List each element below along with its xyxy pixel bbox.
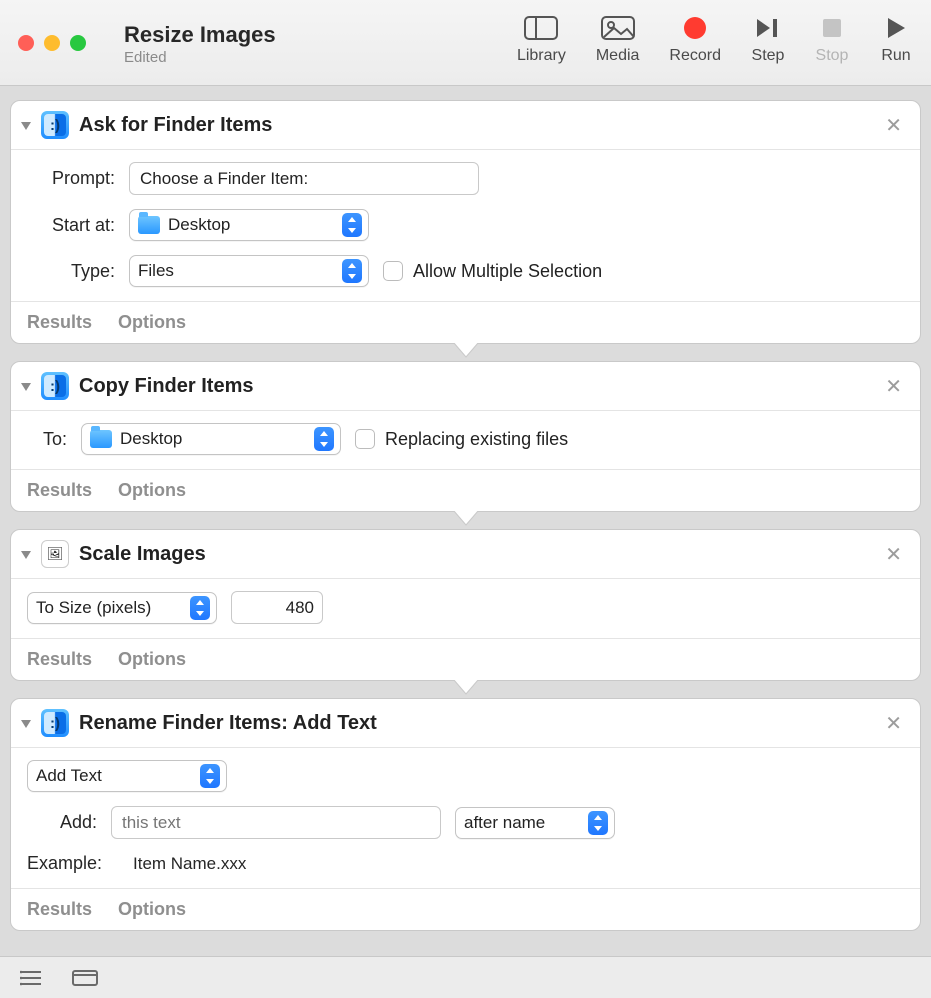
- action-title: Rename Finder Items: Add Text: [79, 712, 377, 735]
- media-label: Media: [596, 47, 640, 65]
- zoom-window-button[interactable]: [70, 35, 86, 51]
- scale-value-input[interactable]: [231, 591, 323, 624]
- record-label: Record: [669, 47, 721, 65]
- add-label: Add:: [27, 812, 97, 833]
- workflow-canvas: :) Ask for Finder Items ✕ Prompt: Start …: [0, 86, 931, 956]
- position-select[interactable]: after name: [455, 807, 615, 839]
- window-toolbar: Resize Images Edited Library Media Recor…: [0, 0, 931, 86]
- close-action-button[interactable]: ✕: [881, 711, 906, 736]
- toolbar-buttons: Library Media Record Step Stop: [517, 15, 913, 71]
- finder-icon: :): [41, 709, 69, 737]
- updown-stepper-icon: [588, 811, 608, 835]
- folder-icon: [138, 216, 160, 234]
- variables-view-button[interactable]: [72, 970, 98, 986]
- close-action-button[interactable]: ✕: [881, 113, 906, 138]
- rename-mode-value: Add Text: [36, 766, 102, 786]
- replacing-label: Replacing existing files: [385, 429, 568, 450]
- scale-mode-select[interactable]: To Size (pixels): [27, 592, 217, 624]
- traffic-lights: [18, 35, 86, 51]
- photo-icon: [601, 15, 635, 41]
- close-action-button[interactable]: ✕: [881, 542, 906, 567]
- finder-icon: :): [41, 111, 69, 139]
- replacing-checkbox[interactable]: [355, 429, 375, 449]
- stop-icon: [815, 15, 849, 41]
- updown-stepper-icon: [314, 427, 334, 451]
- action-rename-finder-items: :) Rename Finder Items: Add Text ✕ Add T…: [10, 698, 921, 931]
- allow-multiple-label: Allow Multiple Selection: [413, 261, 602, 282]
- run-label: Run: [881, 47, 910, 65]
- start-at-value: Desktop: [168, 215, 230, 235]
- minimize-window-button[interactable]: [44, 35, 60, 51]
- close-action-button[interactable]: ✕: [881, 374, 906, 399]
- action-ask-finder-items: :) Ask for Finder Items ✕ Prompt: Start …: [10, 100, 921, 344]
- sidebar-icon: [524, 15, 558, 41]
- folder-icon: [90, 430, 112, 448]
- stop-button[interactable]: Stop: [815, 15, 849, 65]
- results-button[interactable]: Results: [27, 649, 92, 670]
- options-button[interactable]: Options: [118, 480, 186, 501]
- type-label: Type:: [27, 261, 115, 282]
- record-icon: [678, 15, 712, 41]
- example-value: Item Name.xxx: [133, 854, 246, 874]
- updown-stepper-icon: [200, 764, 220, 788]
- to-label: To:: [27, 429, 67, 450]
- media-button[interactable]: Media: [596, 15, 640, 65]
- disclosure-triangle-icon[interactable]: [21, 122, 31, 130]
- window-title: Resize Images: [124, 23, 276, 47]
- stop-label: Stop: [816, 47, 849, 65]
- updown-stepper-icon: [342, 213, 362, 237]
- action-scale-images: 🖼 Scale Images ✕ To Size (pixels) Result…: [10, 529, 921, 681]
- step-label: Step: [752, 47, 785, 65]
- disclosure-triangle-icon[interactable]: [21, 551, 31, 559]
- log-view-button[interactable]: [20, 970, 42, 986]
- to-value: Desktop: [120, 429, 182, 449]
- prompt-label: Prompt:: [27, 168, 115, 189]
- results-button[interactable]: Results: [27, 480, 92, 501]
- action-connector: [10, 680, 921, 698]
- options-button[interactable]: Options: [118, 899, 186, 920]
- results-button[interactable]: Results: [27, 312, 92, 333]
- finder-icon: :): [41, 372, 69, 400]
- disclosure-triangle-icon[interactable]: [21, 720, 31, 728]
- close-window-button[interactable]: [18, 35, 34, 51]
- action-title: Ask for Finder Items: [79, 114, 272, 137]
- updown-stepper-icon: [190, 596, 210, 620]
- start-at-select[interactable]: Desktop: [129, 209, 369, 241]
- library-button[interactable]: Library: [517, 15, 566, 65]
- action-connector: [10, 343, 921, 361]
- scale-mode-value: To Size (pixels): [36, 598, 151, 618]
- run-button[interactable]: Run: [879, 15, 913, 65]
- step-icon: [751, 15, 785, 41]
- action-copy-finder-items: :) Copy Finder Items ✕ To: Desktop Repla…: [10, 361, 921, 512]
- step-button[interactable]: Step: [751, 15, 785, 65]
- disclosure-triangle-icon[interactable]: [21, 383, 31, 391]
- library-label: Library: [517, 47, 566, 65]
- results-button[interactable]: Results: [27, 899, 92, 920]
- window-title-block: Resize Images Edited: [124, 19, 276, 67]
- status-bar: [0, 956, 931, 998]
- updown-stepper-icon: [342, 259, 362, 283]
- to-select[interactable]: Desktop: [81, 423, 341, 455]
- type-select[interactable]: Files: [129, 255, 369, 287]
- action-connector: [10, 511, 921, 529]
- type-value: Files: [138, 261, 174, 281]
- options-button[interactable]: Options: [118, 312, 186, 333]
- rename-mode-select[interactable]: Add Text: [27, 760, 227, 792]
- add-text-input[interactable]: [111, 806, 441, 839]
- action-title: Copy Finder Items: [79, 375, 253, 398]
- position-value: after name: [464, 813, 545, 833]
- window-subtitle: Edited: [124, 50, 276, 67]
- start-at-label: Start at:: [27, 215, 115, 236]
- allow-multiple-checkbox[interactable]: [383, 261, 403, 281]
- record-button[interactable]: Record: [669, 15, 721, 65]
- options-button[interactable]: Options: [118, 649, 186, 670]
- example-label: Example:: [27, 853, 119, 874]
- action-title: Scale Images: [79, 543, 206, 566]
- prompt-input[interactable]: [129, 162, 479, 195]
- play-icon: [879, 15, 913, 41]
- preview-icon: 🖼: [41, 540, 69, 568]
